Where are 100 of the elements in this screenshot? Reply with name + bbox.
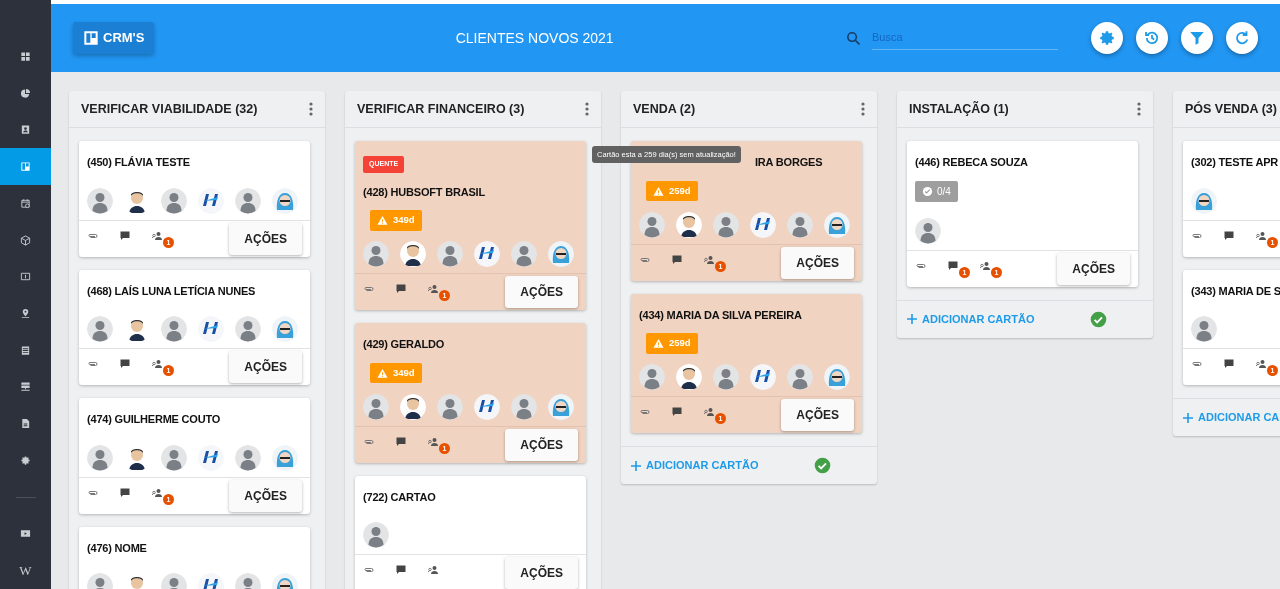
overdue-badge: 349d bbox=[370, 210, 422, 231]
grid-icon[interactable] bbox=[20, 50, 31, 62]
people-icon[interactable] bbox=[427, 435, 439, 448]
people-icon[interactable] bbox=[151, 358, 163, 370]
person-silhouette-avatar bbox=[363, 241, 389, 267]
overdue-badge: 259d bbox=[646, 180, 698, 202]
board-icon[interactable] bbox=[20, 161, 31, 173]
plus-icon bbox=[631, 460, 641, 471]
logo-avatar bbox=[198, 444, 224, 471]
more-menu-icon[interactable] bbox=[309, 101, 313, 117]
filter-button[interactable] bbox=[1181, 22, 1213, 54]
actions-button[interactable]: AÇÕES bbox=[505, 557, 578, 589]
contact-card-icon[interactable] bbox=[20, 124, 31, 136]
logo-avatar bbox=[750, 211, 776, 238]
actions-button[interactable]: AÇÕES bbox=[1057, 252, 1130, 285]
cartoon-avatar bbox=[676, 211, 702, 238]
sidebar-item[interactable]: W bbox=[0, 552, 51, 589]
card-title: (343) MARIA DE S bbox=[1191, 283, 1280, 299]
person-silhouette-avatar bbox=[437, 393, 463, 420]
person-silhouette-avatar bbox=[639, 211, 665, 238]
card-title: (434) MARIA DA SILVA PEREIRA bbox=[639, 307, 802, 323]
history-icon bbox=[1143, 29, 1161, 47]
settings-button[interactable] bbox=[1091, 22, 1123, 54]
banknote-icon[interactable] bbox=[20, 271, 31, 283]
people-icon[interactable] bbox=[151, 486, 163, 499]
comment-icon[interactable] bbox=[1223, 358, 1235, 370]
person-silhouette-avatar bbox=[161, 316, 187, 342]
location-pin-icon[interactable] bbox=[20, 308, 31, 319]
card-title: (428) HUBSOFT BRASIL bbox=[363, 184, 485, 200]
comment-icon[interactable] bbox=[119, 486, 131, 499]
person-silhouette-avatar bbox=[787, 364, 813, 390]
play-button-icon[interactable] bbox=[20, 528, 31, 540]
more-menu-icon[interactable] bbox=[1137, 101, 1141, 117]
pie-chart-icon[interactable] bbox=[20, 87, 31, 99]
people-icon[interactable] bbox=[151, 229, 163, 242]
card-title: (302) TESTE APR bbox=[1191, 155, 1279, 170]
actions-button[interactable]: AÇÕES bbox=[229, 222, 302, 255]
card-title: (468) LAÍS LUNA LETÍCIA NUNES bbox=[87, 283, 256, 299]
people-icon[interactable] bbox=[427, 564, 439, 576]
person-silhouette-avatar bbox=[87, 316, 113, 342]
settings-icon[interactable] bbox=[20, 454, 31, 466]
comment-icon[interactable] bbox=[671, 253, 683, 266]
cartoon-avatar bbox=[824, 364, 850, 390]
comment-icon[interactable] bbox=[671, 406, 683, 418]
overdue-badge: 349d bbox=[370, 362, 422, 384]
person-silhouette-avatar bbox=[161, 444, 187, 471]
comment-icon[interactable] bbox=[119, 358, 131, 370]
more-menu-icon[interactable] bbox=[585, 101, 589, 117]
logo-avatar bbox=[474, 241, 500, 267]
logo-avatar bbox=[198, 316, 224, 342]
cube-icon[interactable] bbox=[20, 234, 31, 246]
actions-button[interactable]: AÇÕES bbox=[781, 399, 854, 431]
document-icon[interactable] bbox=[20, 418, 31, 430]
history-button[interactable] bbox=[1136, 22, 1168, 54]
column-title: INSTALAÇÃO (1) bbox=[909, 101, 1009, 117]
people-icon[interactable] bbox=[703, 406, 715, 418]
people-icon[interactable] bbox=[703, 253, 715, 266]
person-silhouette-avatar bbox=[161, 187, 187, 214]
cartoon-avatar bbox=[1191, 187, 1217, 214]
more-menu-icon[interactable] bbox=[861, 101, 865, 117]
cartoon-avatar bbox=[548, 241, 574, 267]
calendar-icon[interactable] bbox=[20, 197, 31, 209]
refresh-button[interactable] bbox=[1226, 22, 1258, 54]
people-icon[interactable] bbox=[427, 283, 439, 295]
comment-icon[interactable] bbox=[947, 259, 959, 272]
person-silhouette-avatar bbox=[639, 364, 665, 390]
logo-avatar bbox=[750, 364, 776, 390]
comment-icon[interactable] bbox=[119, 229, 131, 242]
people-icon[interactable] bbox=[1255, 229, 1267, 242]
person-silhouette-avatar bbox=[87, 444, 113, 471]
comment-icon[interactable] bbox=[395, 435, 407, 448]
actions-button[interactable]: AÇÕES bbox=[229, 351, 302, 383]
comment-icon[interactable] bbox=[395, 283, 407, 295]
person-silhouette-avatar bbox=[363, 522, 389, 548]
actions-button[interactable]: AÇÕES bbox=[229, 479, 302, 512]
people-icon[interactable] bbox=[979, 259, 991, 272]
comment-icon[interactable] bbox=[1223, 229, 1235, 242]
person-silhouette-avatar bbox=[915, 217, 941, 244]
card-title: (429) GERALDO bbox=[363, 337, 445, 352]
overdue-badge: 259d bbox=[646, 333, 698, 354]
server-icon[interactable] bbox=[20, 381, 31, 393]
person-silhouette-avatar bbox=[713, 364, 739, 390]
cartoon-avatar bbox=[676, 364, 702, 390]
cartoon-avatar bbox=[272, 444, 298, 471]
person-silhouette-avatar bbox=[363, 393, 389, 420]
comment-icon[interactable] bbox=[395, 564, 407, 576]
card-background[interactable]: (476) NOME bbox=[79, 526, 310, 589]
cartoon-avatar bbox=[272, 187, 298, 214]
actions-button[interactable]: AÇÕES bbox=[505, 428, 578, 461]
card-background[interactable]: (722) CARTAO AÇÕES bbox=[355, 475, 586, 589]
checklist-badge: 0/4 bbox=[915, 180, 958, 202]
people-icon[interactable] bbox=[1255, 358, 1267, 370]
board-icon bbox=[83, 30, 99, 46]
crm-button[interactable]: CRM'S bbox=[73, 22, 155, 54]
cartoon-avatar bbox=[400, 393, 426, 420]
column-title: VERIFICAR FINANCEIRO (3) bbox=[357, 101, 525, 117]
search-icon bbox=[845, 29, 862, 47]
actions-button[interactable]: AÇÕES bbox=[505, 276, 578, 308]
list-icon[interactable] bbox=[20, 344, 31, 356]
actions-button[interactable]: AÇÕES bbox=[781, 246, 854, 279]
